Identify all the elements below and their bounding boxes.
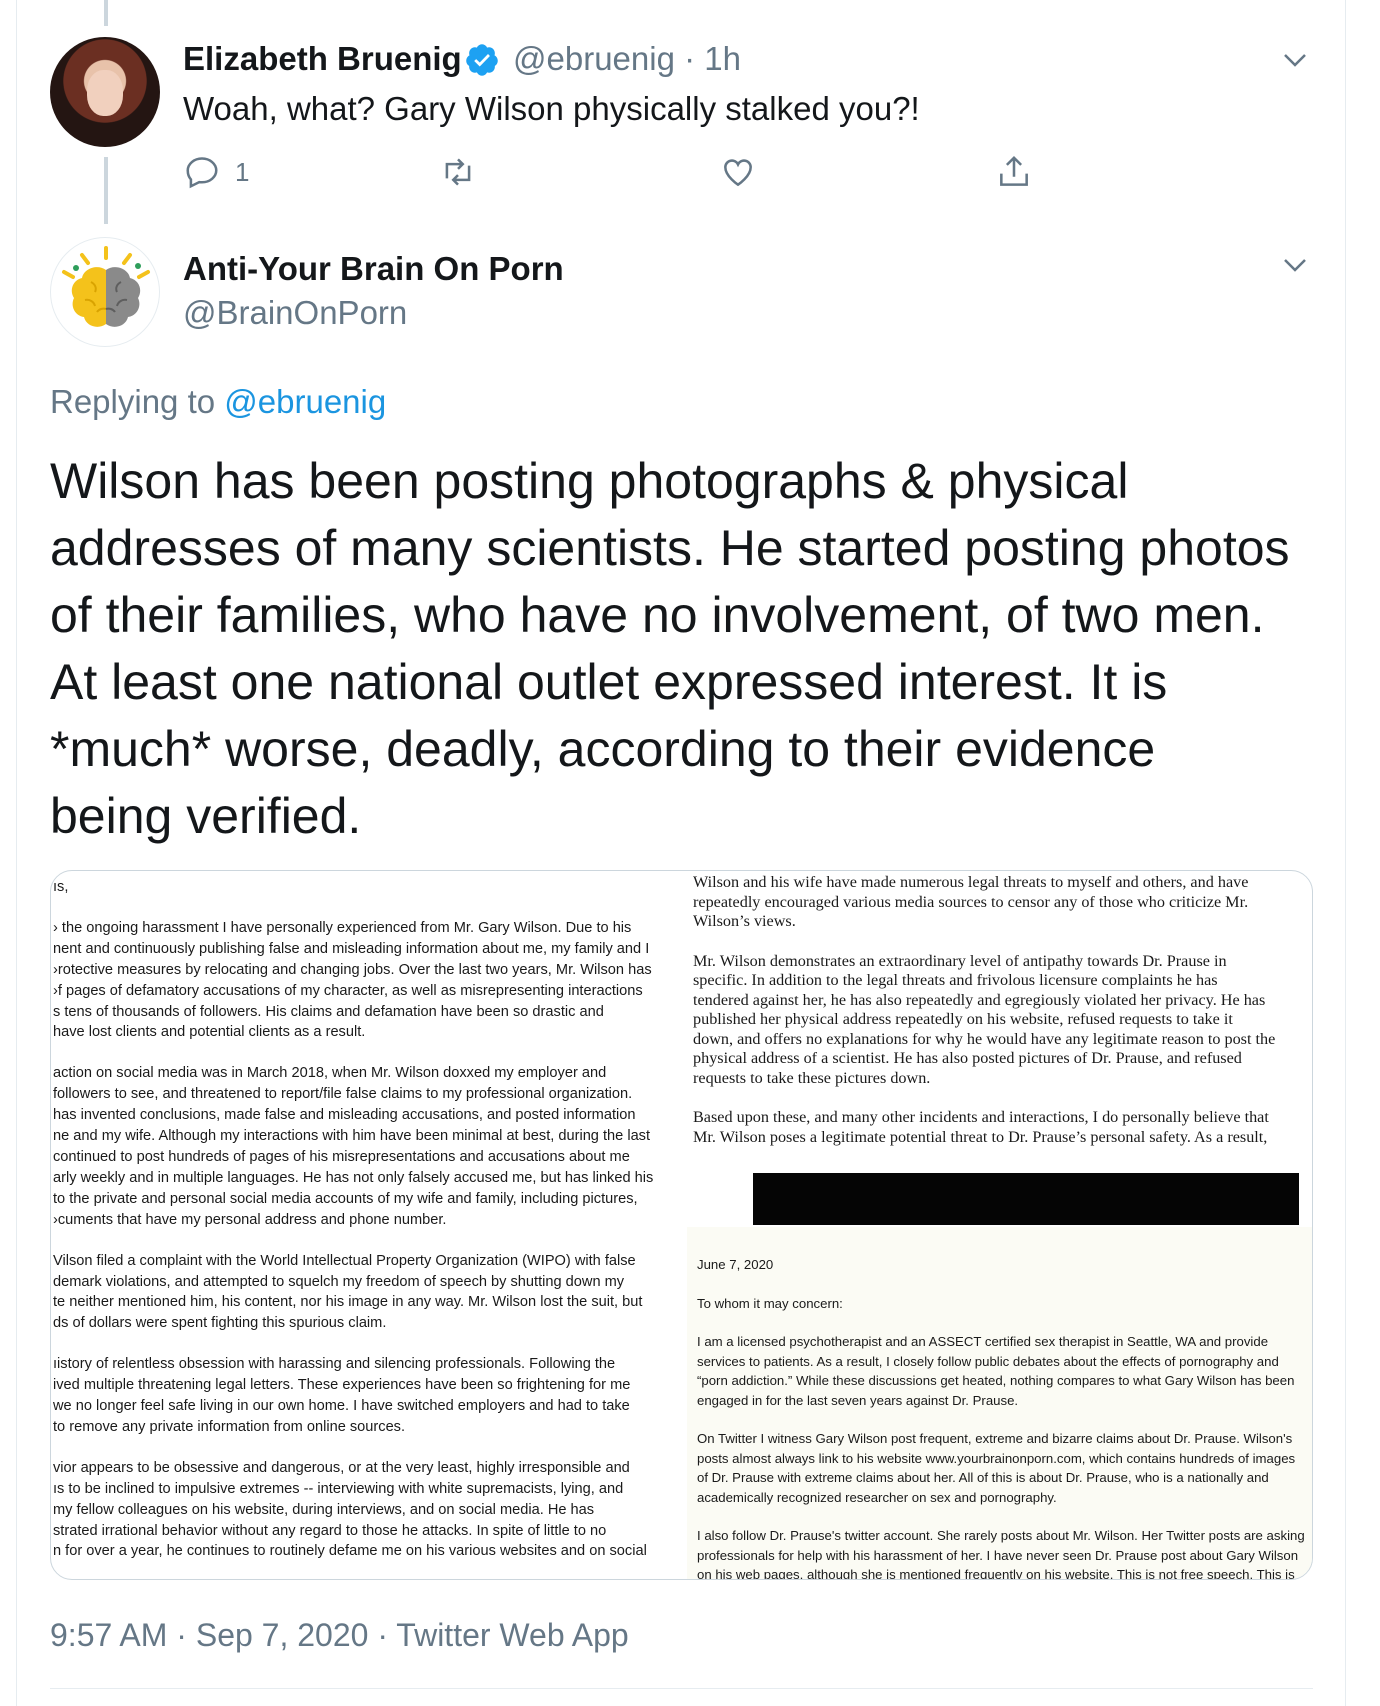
letter-paragraph: Vilson filed a complaint with the World …: [53, 1252, 643, 1332]
reply-count: 1: [235, 156, 250, 187]
letter-paragraph: action on social media was in March 2018…: [53, 1065, 654, 1228]
retweet-icon: [445, 158, 471, 186]
mention-link[interactable]: @ebruenig: [224, 383, 386, 420]
letter-paragraph: › the ongoing harassment I have personal…: [53, 919, 652, 1041]
support-letter: June 7, 2020 To whom it may concern: I a…: [687, 1227, 1312, 1580]
tweet-text: Woah, what? Gary Wilson physically stalk…: [183, 90, 920, 127]
tweet-text: Wilson has been posting photographs & ph…: [50, 453, 1290, 844]
letter-right-page: Wilson and his wife have made numerous l…: [687, 871, 1312, 1580]
reply-button[interactable]: 1: [183, 150, 249, 194]
chevron-down-icon[interactable]: [1280, 45, 1310, 75]
letter-date: June 7, 2020: [697, 1257, 774, 1272]
letter-paragraph: Wilson and his wife have made numerous l…: [693, 873, 1249, 930]
chevron-down-icon[interactable]: [1280, 250, 1310, 280]
brain-logo-icon: [62, 246, 150, 327]
attached-image[interactable]: ıs, › the ongoing harassment I have pers…: [50, 870, 1313, 1580]
letter-salutation: ıs,: [53, 879, 69, 895]
reply-icon: [186, 157, 218, 189]
letter-paragraph: vior appears to be obsessive and dangero…: [53, 1459, 647, 1560]
thread-connector: [104, 157, 108, 224]
author-name[interactable]: Elizabeth Bruenig: [183, 40, 462, 78]
letter-paragraph: Mr. Wilson demonstrates an extraordinary…: [693, 951, 1276, 1087]
author-name[interactable]: Anti-Your Brain On Porn: [183, 250, 564, 288]
letter-paragraph: Based upon these, and many other inciden…: [693, 1108, 1269, 1146]
share-button[interactable]: [995, 150, 1033, 194]
divider: [50, 1688, 1313, 1689]
retweet-button[interactable]: [439, 150, 477, 194]
verified-badge-icon: [466, 44, 498, 76]
letter-paragraph: On Twitter I witness Gary Wilson post fr…: [697, 1431, 1296, 1505]
avatar[interactable]: [50, 37, 160, 147]
heart-icon: [724, 159, 752, 187]
replying-label: Replying to: [50, 383, 225, 420]
share-icon: [1000, 155, 1028, 186]
tweet-timestamp[interactable]: 9:57 AM · Sep 7, 2020 · Twitter Web App: [50, 1617, 629, 1654]
author-handle[interactable]: @ebruenig · 1h: [513, 40, 741, 78]
letter-greeting: To whom it may concern:: [697, 1295, 843, 1311]
author-handle[interactable]: @BrainOnPorn: [183, 294, 407, 332]
like-button[interactable]: [719, 150, 757, 194]
replying-to: Replying to @ebruenig: [50, 383, 386, 421]
letter-serif-excerpt: Wilson and his wife have made numerous l…: [693, 873, 1308, 1167]
tweet-actions: 1: [183, 150, 1123, 194]
letter-paragraph: I am a licensed psychotherapist and an A…: [697, 1334, 1295, 1408]
letter-paragraph: ıistory of relentless obsession with har…: [53, 1356, 631, 1435]
letter-left-page: ıs, › the ongoing harassment I have pers…: [51, 871, 679, 1579]
thread-connector: [104, 0, 108, 26]
letter-paragraph: I also follow Dr. Prause's twitter accou…: [697, 1528, 1305, 1580]
redaction-bar: [753, 1173, 1299, 1225]
avatar[interactable]: [50, 237, 160, 347]
